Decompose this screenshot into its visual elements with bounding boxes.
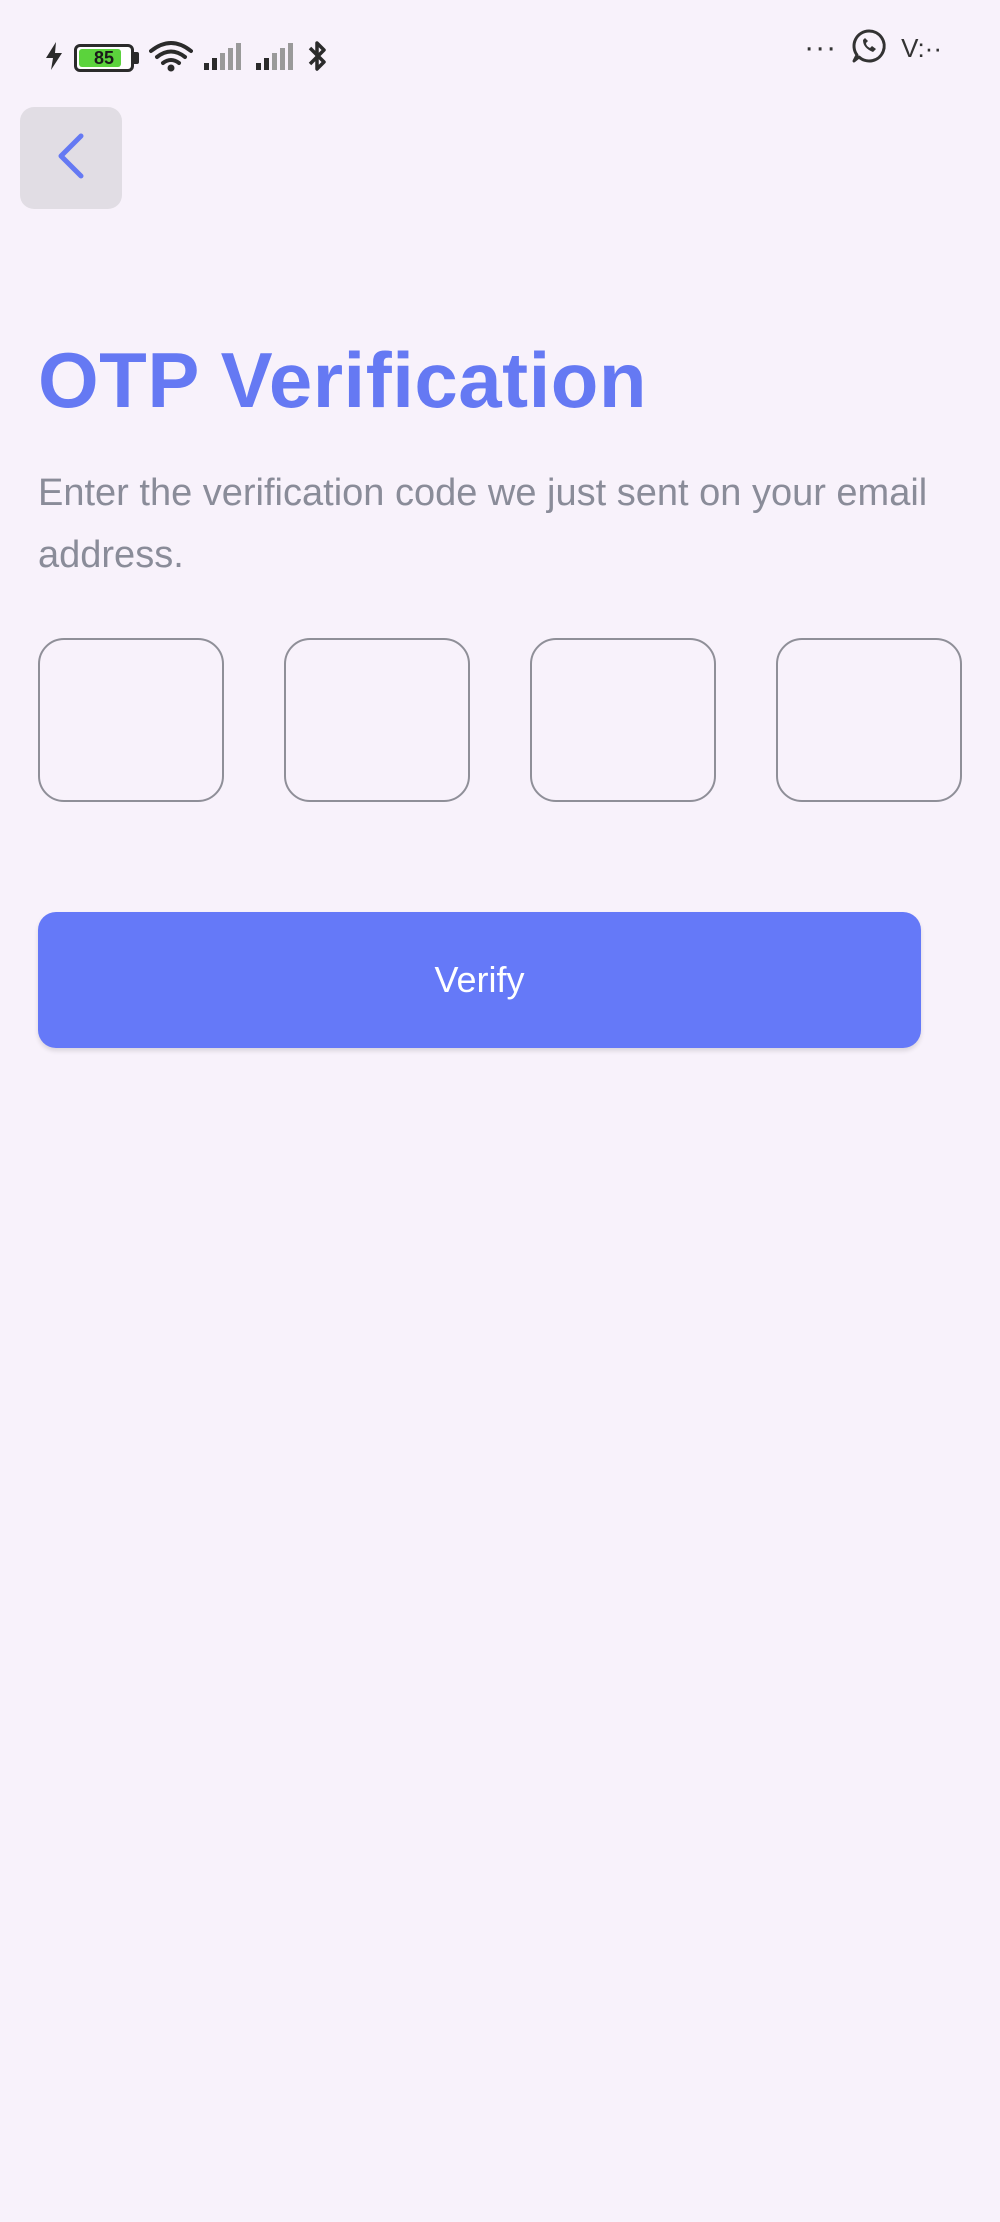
whatsapp-icon (851, 28, 887, 69)
back-button[interactable] (20, 107, 122, 209)
chevron-left-icon (51, 130, 91, 187)
otp-digit-4[interactable] (776, 638, 962, 802)
status-bar: 85 ··· V:·· (0, 0, 1000, 110)
verify-button[interactable]: Verify (38, 912, 921, 1048)
status-bar-left: 85 (44, 38, 339, 78)
signal-icon (203, 41, 245, 76)
status-bar-right: ··· V:·· (790, 28, 942, 68)
bluetooth-icon (307, 38, 329, 79)
battery-nub (134, 52, 139, 64)
page-title: OTP Verification (38, 336, 648, 424)
more-dots-icon: ··· (804, 31, 838, 64)
subtitle-text: Enter the verification code we just sent… (38, 472, 928, 576)
signal-icon-2 (255, 41, 297, 76)
otp-digit-3[interactable] (530, 638, 716, 802)
wifi-icon (149, 39, 193, 78)
carrier-text: V:·· (901, 32, 942, 63)
battery-icon: 85 (74, 44, 134, 72)
battery-level: 85 (93, 48, 115, 68)
charging-icon (44, 41, 64, 76)
otp-digit-2[interactable] (284, 638, 470, 802)
otp-digit-1[interactable] (38, 638, 224, 802)
